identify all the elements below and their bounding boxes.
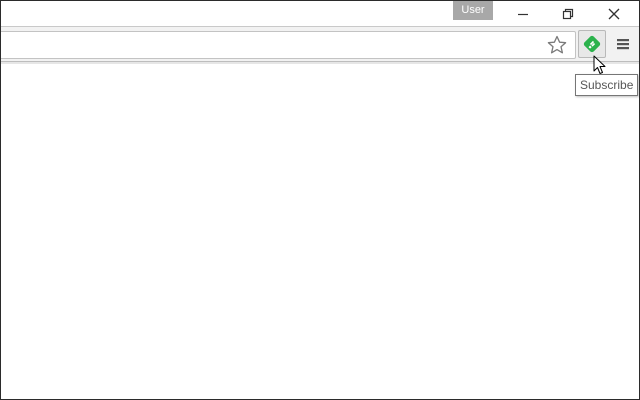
restore-button[interactable] <box>546 1 590 26</box>
browser-window: User Subscribe <box>0 0 640 400</box>
star-icon <box>547 35 567 54</box>
feedly-icon <box>583 35 601 53</box>
restore-icon <box>562 8 574 19</box>
minimize-icon <box>518 13 528 15</box>
browser-toolbar <box>1 27 639 62</box>
title-bar: User <box>1 1 639 27</box>
subscribe-tooltip: Subscribe <box>575 74 639 96</box>
chrome-menu-button[interactable] <box>612 32 634 56</box>
mouse-pointer-icon <box>593 55 606 74</box>
page-content <box>1 64 639 399</box>
bookmark-button[interactable] <box>545 34 569 56</box>
profile-button[interactable]: User <box>453 1 493 20</box>
minimize-button[interactable] <box>501 1 545 26</box>
close-icon <box>608 8 620 19</box>
close-button[interactable] <box>592 1 636 26</box>
address-bar[interactable] <box>1 31 576 59</box>
subscribe-extension-button[interactable] <box>578 30 606 58</box>
hamburger-menu-icon <box>617 39 629 50</box>
